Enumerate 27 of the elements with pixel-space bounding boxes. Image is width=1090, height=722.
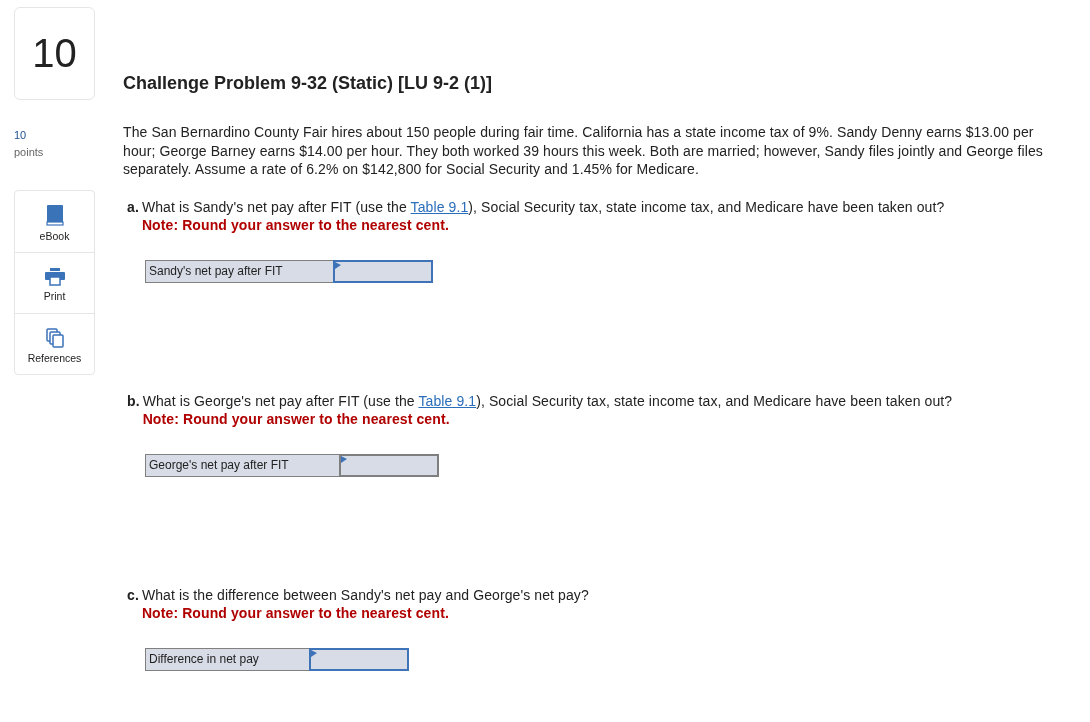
rounding-note: Note: Round your answer to the nearest cent. xyxy=(141,603,450,622)
tool-button[interactable]: eBook xyxy=(15,191,94,252)
answer-field[interactable] xyxy=(338,453,439,477)
question-text: What is George's net pay after FIT (use the Table 9.1), Social Security tax, state income tax, and Medicare have been taken out? xyxy=(142,391,953,410)
question-number: 10 xyxy=(14,7,95,100)
answer-label: Difference in net pay xyxy=(145,647,309,671)
question-text: What is Sandy's net pay after FIT (use the Table 9.1), Social Security tax, state income tax, and Medicare have been taken out? xyxy=(141,197,945,216)
question-text: What is the difference between Sandy's net pay and George's net pay? xyxy=(141,585,589,604)
answer-label: Sandy's net pay after FIT xyxy=(145,259,333,283)
answer-label: George's net pay after FIT xyxy=(145,453,339,477)
rounding-note: Note: Round your answer to the nearest cent. xyxy=(141,215,450,234)
points-label: points xyxy=(14,145,45,160)
problem-text: The San Bernardino County Fair hires about 150 people during fair time. California has a state income tax of 9%. Sandy Denny earns $13.00 per hour; George Barney earns $14.00 per hour. They both worked 39 hours this week. Both are married; however, Sandy files jointly and George files separately. Assume a rate of 6.2% on $142,800 for Social Security and 1.45% for Medicare. xyxy=(123,123,1044,179)
rounding-note: Note: Round your answer to the nearest cent. xyxy=(142,409,451,428)
points-value: 10 xyxy=(14,128,28,143)
tool-button[interactable]: Print xyxy=(15,252,94,313)
printer-icon xyxy=(44,268,65,286)
part-letter: c. xyxy=(127,585,139,605)
copy-icon xyxy=(45,328,64,348)
tool-button[interactable]: References xyxy=(15,313,94,374)
part-letter: b. xyxy=(127,391,140,411)
part-letter: a. xyxy=(127,197,139,217)
answer-field[interactable] xyxy=(332,259,433,283)
answer-field[interactable] xyxy=(308,647,409,671)
book-icon xyxy=(45,205,64,226)
problem-title: Challenge Problem 9-32 (Static) [LU 9-2 (1)] xyxy=(123,72,494,94)
table-link[interactable]: Table 9.1 xyxy=(418,392,477,409)
